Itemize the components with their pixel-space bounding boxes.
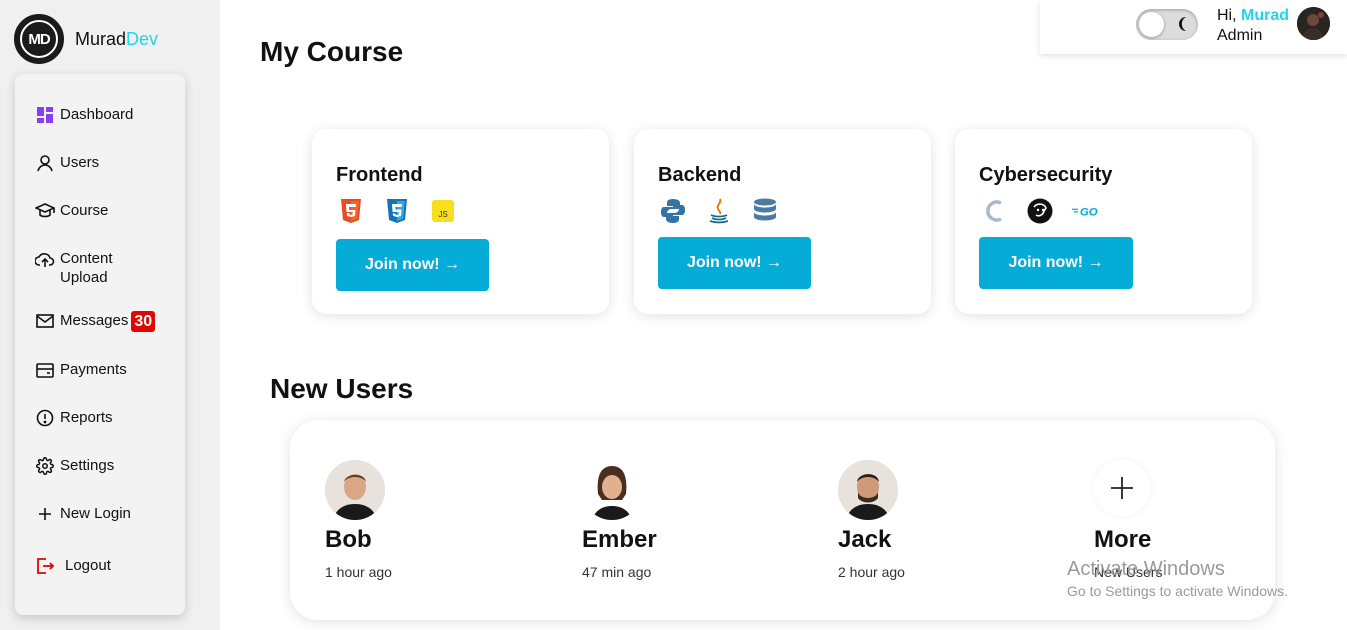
join-backend-button[interactable]: Join now! → bbox=[658, 237, 811, 289]
join-frontend-button[interactable]: Join now! → bbox=[336, 239, 489, 291]
brand[interactable]: MD MuradDev bbox=[14, 14, 158, 64]
user-card-jack[interactable]: Jack 2 hour ago bbox=[838, 460, 905, 580]
course-card-title: Frontend bbox=[336, 164, 423, 186]
graduation-cap-icon bbox=[35, 201, 55, 221]
logout-icon bbox=[35, 556, 55, 576]
gear-icon bbox=[35, 456, 55, 476]
top-header: Hi, Murad Admin bbox=[1040, 0, 1347, 54]
course-card-backend: Backend Join now! → bbox=[634, 129, 931, 314]
sidebar-menu: Dashboard Users Course Content Upload Me… bbox=[15, 74, 185, 615]
more-users-button[interactable]: More New Users bbox=[1094, 460, 1162, 580]
wallet-icon bbox=[35, 360, 55, 380]
svg-text:JS: JS bbox=[438, 210, 447, 219]
brand-name: Murad bbox=[75, 28, 127, 49]
brand-logo: MD bbox=[14, 14, 64, 64]
sidebar-item-label: Payments bbox=[60, 361, 127, 378]
sidebar-item-users[interactable]: Users bbox=[35, 153, 99, 173]
my-course-title: My Course bbox=[260, 36, 404, 67]
user-icon bbox=[35, 153, 55, 173]
user-joined-time: 2 hour ago bbox=[838, 564, 905, 580]
sidebar-item-settings[interactable]: Settings bbox=[35, 456, 114, 476]
sidebar-item-label: Dashboard bbox=[60, 106, 134, 123]
sidebar-item-label: Reports bbox=[60, 409, 113, 426]
svg-text:GO: GO bbox=[1080, 206, 1098, 218]
brand-name-accent: Dev bbox=[126, 28, 159, 49]
new-users-panel: Bob 1 hour ago Ember 47 min ago Jack 2 h… bbox=[290, 420, 1275, 620]
python-icon bbox=[658, 197, 688, 225]
sidebar-item-payments[interactable]: Payments bbox=[35, 360, 127, 380]
user-joined-time: 1 hour ago bbox=[325, 564, 392, 580]
cloud-upload-icon bbox=[35, 249, 55, 269]
alert-circle-icon bbox=[35, 408, 55, 428]
theme-toggle[interactable] bbox=[1136, 9, 1198, 40]
c-language-icon bbox=[979, 197, 1009, 225]
sidebar-item-content-upload[interactable]: Content Upload bbox=[35, 249, 155, 287]
javascript-icon: JS bbox=[428, 197, 458, 225]
plus-icon bbox=[1094, 460, 1150, 516]
course-card-title: Cybersecurity bbox=[979, 164, 1113, 186]
avatar bbox=[582, 460, 642, 520]
java-icon bbox=[704, 197, 734, 225]
html5-icon bbox=[336, 197, 366, 225]
new-users-title: New Users bbox=[270, 373, 414, 404]
toggle-knob bbox=[1139, 12, 1164, 37]
user-card-bob[interactable]: Bob 1 hour ago bbox=[325, 460, 392, 580]
css3-icon bbox=[382, 197, 412, 225]
plus-icon bbox=[35, 504, 55, 524]
sidebar-item-dashboard[interactable]: Dashboard bbox=[35, 105, 133, 125]
sidebar-item-label: Logout bbox=[65, 557, 111, 574]
sidebar-item-label: Users bbox=[60, 154, 100, 171]
sidebar-item-label: Content Upload bbox=[60, 250, 113, 286]
mail-icon bbox=[35, 311, 55, 331]
avatar bbox=[325, 460, 385, 520]
go-language-icon: GO bbox=[1071, 197, 1101, 225]
user-card-ember[interactable]: Ember 47 min ago bbox=[582, 460, 657, 580]
sidebar-item-course[interactable]: Course bbox=[35, 201, 108, 221]
user-role: Admin bbox=[1217, 27, 1263, 44]
user-name: Jack bbox=[838, 526, 892, 553]
sidebar-item-messages[interactable]: Messages 30 bbox=[35, 311, 156, 332]
sidebar-item-label: Messages bbox=[60, 312, 129, 329]
course-card-cybersecurity: Cybersecurity GO Join now! → bbox=[955, 129, 1252, 314]
database-icon bbox=[750, 197, 780, 225]
course-card-frontend: Frontend JS Join now! → bbox=[312, 129, 609, 314]
sidebar-item-label: Settings bbox=[60, 457, 115, 474]
avatar bbox=[838, 460, 898, 520]
greeting-text: Hi, bbox=[1217, 7, 1237, 24]
user-name: Bob bbox=[325, 526, 372, 553]
messages-count-badge: 30 bbox=[131, 311, 156, 332]
sidebar-item-label: New Login bbox=[60, 505, 131, 522]
user-name: Ember bbox=[582, 526, 657, 553]
sidebar-item-logout[interactable]: Logout bbox=[35, 556, 111, 576]
sidebar: MD MuradDev Dashboard Users Course Conte… bbox=[0, 0, 220, 630]
moon-icon bbox=[1174, 15, 1192, 38]
course-card-title: Backend bbox=[658, 164, 742, 186]
sidebar-item-label: Course bbox=[60, 202, 109, 219]
hacker-icon bbox=[1025, 197, 1055, 225]
greeting-username: Murad bbox=[1241, 7, 1290, 24]
dashboard-icon bbox=[35, 105, 55, 125]
join-cybersecurity-button[interactable]: Join now! → bbox=[979, 237, 1133, 289]
sidebar-item-reports[interactable]: Reports bbox=[35, 408, 113, 428]
user-joined-time: 47 min ago bbox=[582, 564, 652, 580]
more-sublabel: New Users bbox=[1094, 564, 1163, 580]
user-greeting: Hi, Murad Admin bbox=[1217, 6, 1289, 46]
sidebar-item-new-login[interactable]: New Login bbox=[35, 504, 131, 524]
more-label: More bbox=[1094, 526, 1152, 553]
profile-avatar[interactable] bbox=[1297, 7, 1330, 40]
